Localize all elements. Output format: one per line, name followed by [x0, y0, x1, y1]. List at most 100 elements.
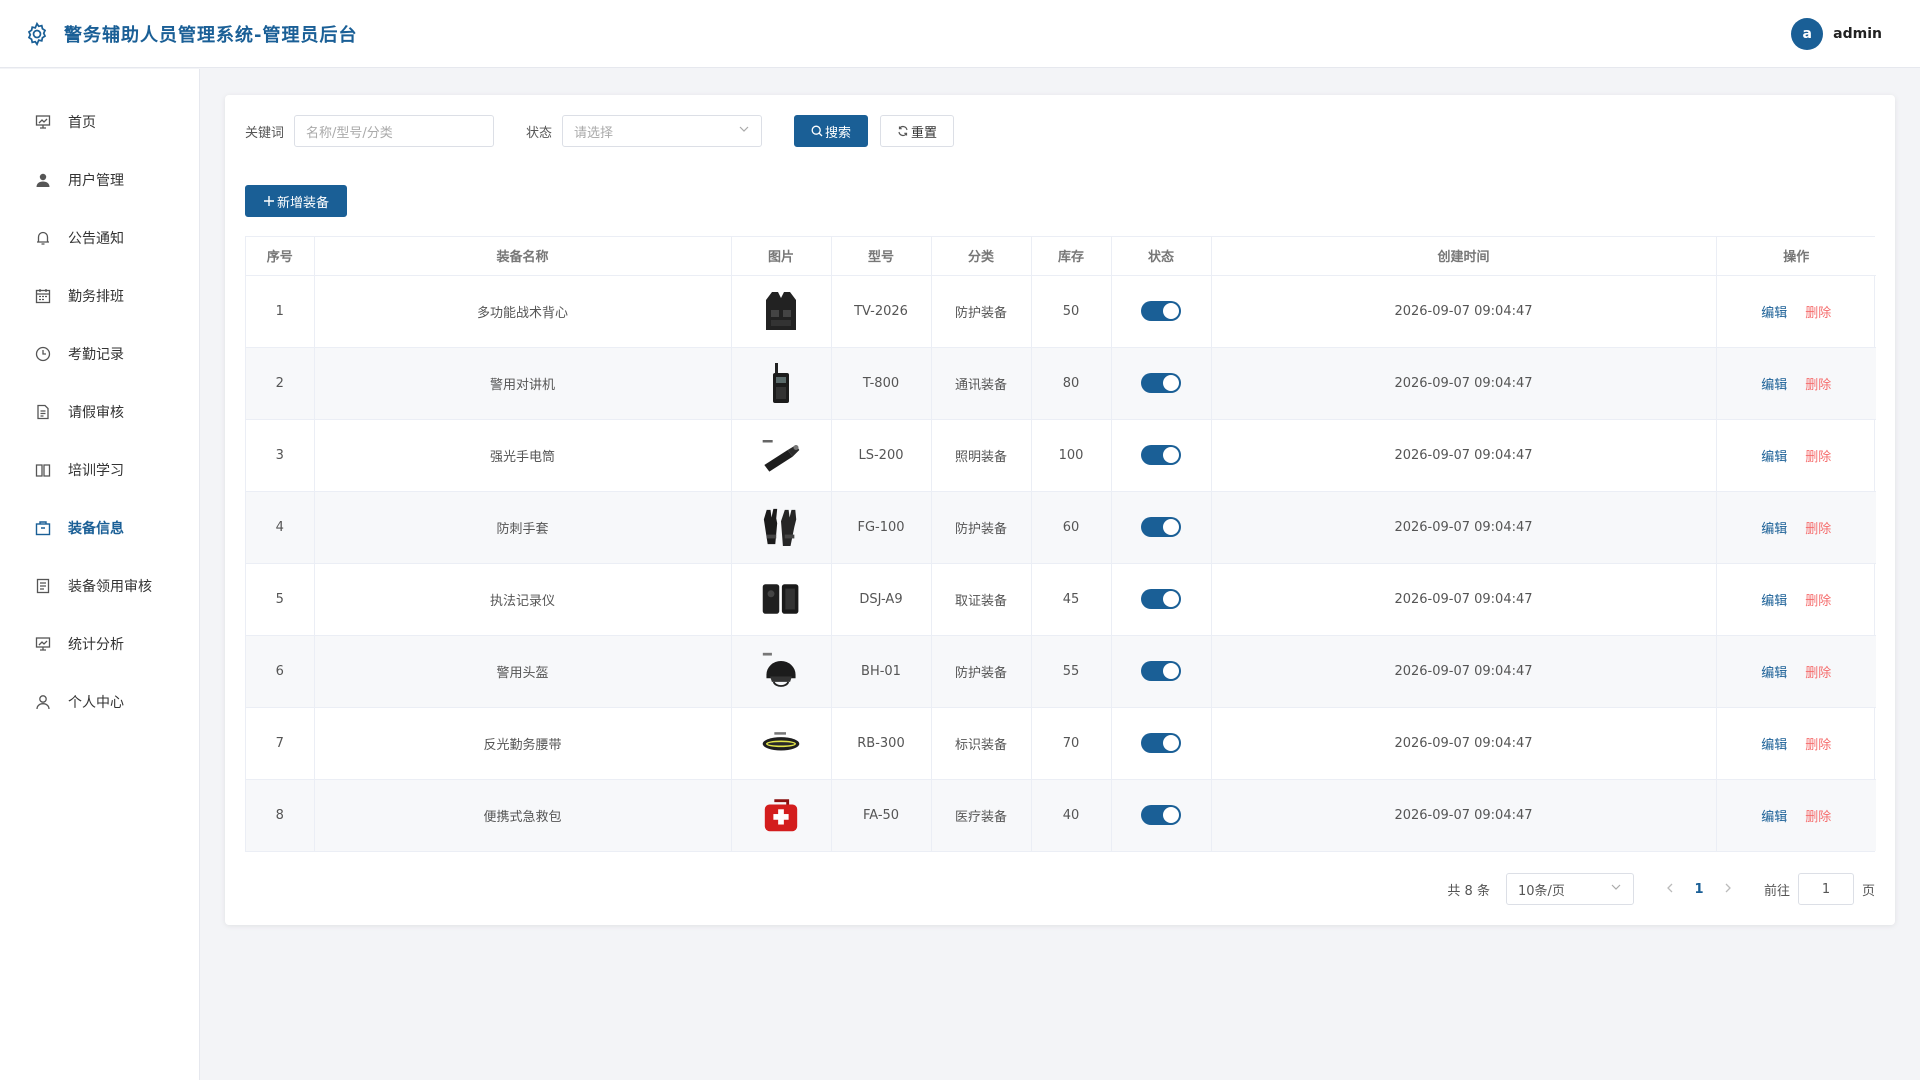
edit-button[interactable]: 编辑: [1761, 306, 1787, 321]
edit-button[interactable]: 编辑: [1761, 450, 1787, 465]
cell-no: 3: [246, 419, 315, 492]
status-toggle[interactable]: [1141, 517, 1181, 537]
sidebar-item-profile[interactable]: 个人中心: [0, 673, 199, 731]
sidebar-item-notices[interactable]: 公告通知: [0, 209, 199, 267]
table-row: 2 警用对讲机 T-800 通讯装备 80 2026-09-07 09:04:4…: [246, 347, 1876, 420]
edit-button[interactable]: 编辑: [1761, 810, 1787, 825]
cell-model: RB-300: [831, 707, 932, 780]
sidebar-item-statistics[interactable]: 统计分析: [0, 615, 199, 673]
status-select[interactable]: 请选择: [562, 115, 763, 147]
cell-no: 2: [246, 347, 315, 420]
goto-label: 前往: [1763, 883, 1790, 899]
sidebar-item-equipment[interactable]: 装备信息: [0, 499, 199, 557]
cell-model: FG-100: [831, 491, 932, 564]
keyword-placeholder: 名称/型号/分类: [306, 125, 393, 141]
goto-page-input[interactable]: 1: [1797, 873, 1854, 905]
username[interactable]: admin: [1833, 26, 1882, 42]
cell-name: 便携式急救包: [314, 779, 732, 851]
status-placeholder: 请选择: [574, 125, 614, 141]
cell-model: BH-01: [831, 635, 932, 708]
delete-button[interactable]: 删除: [1805, 810, 1831, 825]
status-toggle[interactable]: [1141, 301, 1181, 321]
sidebar-item-home[interactable]: 首页: [0, 93, 199, 151]
cell-no: 8: [246, 779, 315, 851]
delete-button[interactable]: 删除: [1805, 522, 1831, 537]
person-icon: [34, 693, 52, 711]
delete-button[interactable]: 删除: [1805, 738, 1831, 753]
cell-category: 防护装备: [931, 635, 1032, 708]
delete-button[interactable]: 删除: [1805, 306, 1831, 321]
cell-category: 照明装备: [931, 419, 1032, 492]
helmet-image: [761, 649, 801, 693]
add-equipment-button[interactable]: 新增装备: [245, 185, 347, 217]
page-size-select[interactable]: 10条/页: [1505, 873, 1634, 905]
gloves-image: [761, 505, 801, 549]
table-row: 5 执法记录仪 DSJ-A9 取证装备 45 2026-09-07 09:04:…: [246, 563, 1876, 636]
search-button[interactable]: 搜索: [794, 115, 869, 147]
dashboard-icon: [34, 113, 52, 131]
sidebar-item-equipment-review[interactable]: 装备领用审核: [0, 557, 199, 615]
status-toggle[interactable]: [1141, 445, 1181, 465]
sidebar-item-users[interactable]: 用户管理: [0, 151, 199, 209]
equipment-panel: 关键词 名称/型号/分类 状态 请选择 搜索 重置 新增装备 序号 装备名称 图…: [225, 95, 1895, 925]
status-toggle[interactable]: [1141, 589, 1181, 609]
sidebar-item-label: 首页: [68, 115, 96, 131]
search-icon: [811, 125, 823, 137]
status-toggle[interactable]: [1141, 373, 1181, 393]
table-row: 4 防刺手套 FG-100 防护装备 60 2026-09-07 09:04:4…: [246, 491, 1876, 564]
edit-button[interactable]: 编辑: [1761, 666, 1787, 681]
sidebar-item-label: 装备领用审核: [68, 579, 152, 595]
edit-button[interactable]: 编辑: [1761, 594, 1787, 609]
cell-stock: 45: [1031, 563, 1112, 636]
sidebar: 首页 用户管理 公告通知 勤务排班 考勤记录 请假审核 培训学习 装备信息 装备…: [0, 69, 200, 1080]
table-header-row: 序号 装备名称 图片 型号 分类 库存 状态 创建时间 操作: [246, 237, 1876, 276]
cell-name: 反光勤务腰带: [314, 707, 732, 780]
sidebar-item-attendance[interactable]: 考勤记录: [0, 325, 199, 383]
col-header-no: 序号: [246, 237, 315, 276]
user-icon: [34, 171, 52, 189]
total-count: 共 8 条: [1447, 883, 1490, 899]
status-toggle[interactable]: [1141, 661, 1181, 681]
sidebar-item-label: 装备信息: [68, 521, 124, 537]
sidebar-item-schedule[interactable]: 勤务排班: [0, 267, 199, 325]
sidebar-item-label: 培训学习: [68, 463, 124, 479]
cell-category: 防护装备: [931, 275, 1032, 348]
cell-category: 取证装备: [931, 563, 1032, 636]
cell-category: 防护装备: [931, 491, 1032, 564]
cell-category: 医疗装备: [931, 779, 1032, 851]
cell-stock: 80: [1031, 347, 1112, 420]
avatar[interactable]: a: [1791, 18, 1824, 50]
delete-button[interactable]: 删除: [1805, 666, 1831, 681]
sidebar-item-leave-review[interactable]: 请假审核: [0, 383, 199, 441]
next-page-button[interactable]: [1716, 882, 1740, 897]
sidebar-item-training[interactable]: 培训学习: [0, 441, 199, 499]
cell-no: 4: [246, 491, 315, 564]
cell-model: LS-200: [831, 419, 932, 492]
status-toggle[interactable]: [1141, 733, 1181, 753]
sidebar-item-label: 考勤记录: [68, 347, 124, 363]
edit-button[interactable]: 编辑: [1761, 522, 1787, 537]
first-aid-kit-image: [761, 793, 801, 837]
page-number-current[interactable]: 1: [1682, 882, 1716, 897]
table-row: 6 警用头盔 BH-01 防护装备 55 2026-09-07 09:04:47…: [246, 635, 1876, 708]
cell-stock: 40: [1031, 779, 1112, 851]
reset-button[interactable]: 重置: [880, 115, 955, 147]
delete-button[interactable]: 删除: [1805, 450, 1831, 465]
prev-page-button[interactable]: [1658, 882, 1682, 897]
cell-created: 2026-09-07 09:04:47: [1211, 635, 1717, 708]
delete-button[interactable]: 删除: [1805, 594, 1831, 609]
cell-no: 7: [246, 707, 315, 780]
keyword-input[interactable]: 名称/型号/分类: [294, 115, 495, 147]
cell-created: 2026-09-07 09:04:47: [1211, 347, 1717, 420]
equipment-table: 序号 装备名称 图片 型号 分类 库存 状态 创建时间 操作 1 多功能战术背心: [245, 236, 1876, 852]
checklist-icon: [34, 577, 52, 595]
cell-name: 警用对讲机: [314, 347, 732, 420]
edit-button[interactable]: 编辑: [1761, 738, 1787, 753]
user-menu[interactable]: a admin: [1791, 18, 1882, 50]
cell-no: 5: [246, 563, 315, 636]
cell-created: 2026-09-07 09:04:47: [1211, 779, 1717, 851]
delete-button[interactable]: 删除: [1805, 378, 1831, 393]
edit-button[interactable]: 编辑: [1761, 378, 1787, 393]
status-toggle[interactable]: [1141, 805, 1181, 826]
sidebar-item-label: 用户管理: [68, 173, 124, 189]
